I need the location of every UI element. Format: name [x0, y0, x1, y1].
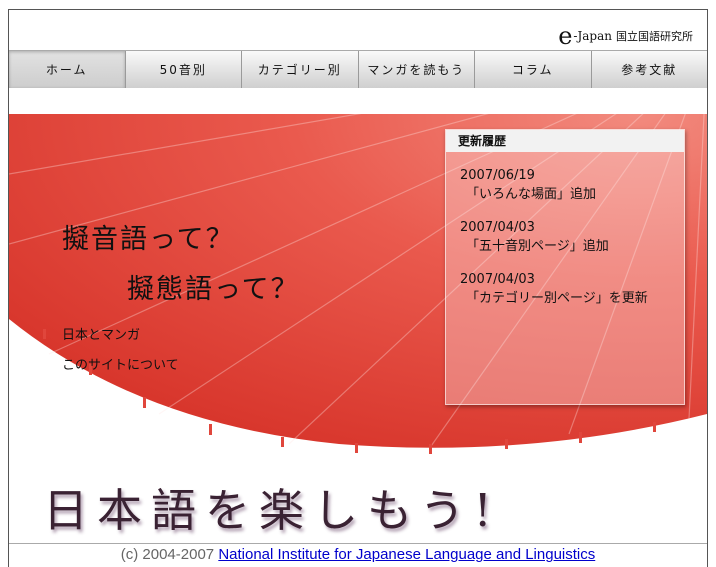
nav-home[interactable]: ホーム — [9, 51, 126, 88]
update-history-title: 更新履歴 — [446, 130, 684, 152]
question-onomatopoeia: 擬音語って？ — [62, 224, 235, 255]
link-about-site[interactable]: このサイトについて — [62, 354, 179, 373]
nav-gojuon[interactable]: 50音別 — [125, 51, 242, 88]
news-text: 「カテゴリー別ページ」を更新 — [466, 291, 648, 306]
news-entry: 2007/06/19 「いろんな場面」追加 — [446, 166, 684, 204]
news-entry: 2007/04/03 「カテゴリー別ページ」を更新 — [446, 270, 684, 308]
institute-link[interactable]: National Institute for Japanese Language… — [218, 546, 595, 563]
update-history-panel: 更新履歴 2007/06/19 「いろんな場面」追加 2007/04/03 「五… — [445, 129, 685, 405]
logo-institute: 国立国語研究所 — [616, 30, 693, 43]
news-entry: 2007/04/03 「五十音別ページ」追加 — [446, 218, 684, 256]
hero-section: 擬音語って？ 擬態語って？ 日本とマンガ このサイトについて 更新履歴 2007… — [9, 114, 707, 544]
nav-category[interactable]: カテゴリー別 — [242, 51, 359, 88]
news-text: 「五十音別ページ」追加 — [466, 239, 609, 254]
news-text: 「いろんな場面」追加 — [466, 187, 597, 202]
news-date: 2007/04/03 — [460, 220, 535, 235]
page-frame: e-Japan 国立国語研究所 ホーム 50音別 カテゴリー別 マンガを読もう コ… — [8, 9, 708, 567]
link-japan-manga[interactable]: 日本とマンガ — [62, 324, 140, 343]
copyright-text: (c) 2004-2007 — [120, 546, 215, 563]
news-date: 2007/04/03 — [460, 272, 535, 287]
logo-japan: -Japan — [573, 29, 612, 43]
logo-e: e — [558, 22, 573, 50]
nav-spacer — [9, 88, 707, 115]
site-logo[interactable]: e-Japan 国立国語研究所 — [558, 24, 693, 48]
nav-references[interactable]: 参考文献 — [591, 51, 707, 88]
news-date: 2007/06/19 — [460, 168, 535, 183]
slogan: 日本語を楽しもう! — [43, 484, 501, 537]
site-header: e-Japan 国立国語研究所 — [9, 10, 707, 50]
question-mimetic: 擬態語って？ — [127, 274, 300, 305]
site-footer: (c) 2004-2007 National Institute for Jap… — [9, 543, 707, 567]
nav-column[interactable]: コラム — [475, 51, 592, 88]
nav-manga[interactable]: マンガを読もう — [358, 51, 475, 88]
main-nav: ホーム 50音別 カテゴリー別 マンガを読もう コラム 参考文献 — [9, 50, 707, 89]
